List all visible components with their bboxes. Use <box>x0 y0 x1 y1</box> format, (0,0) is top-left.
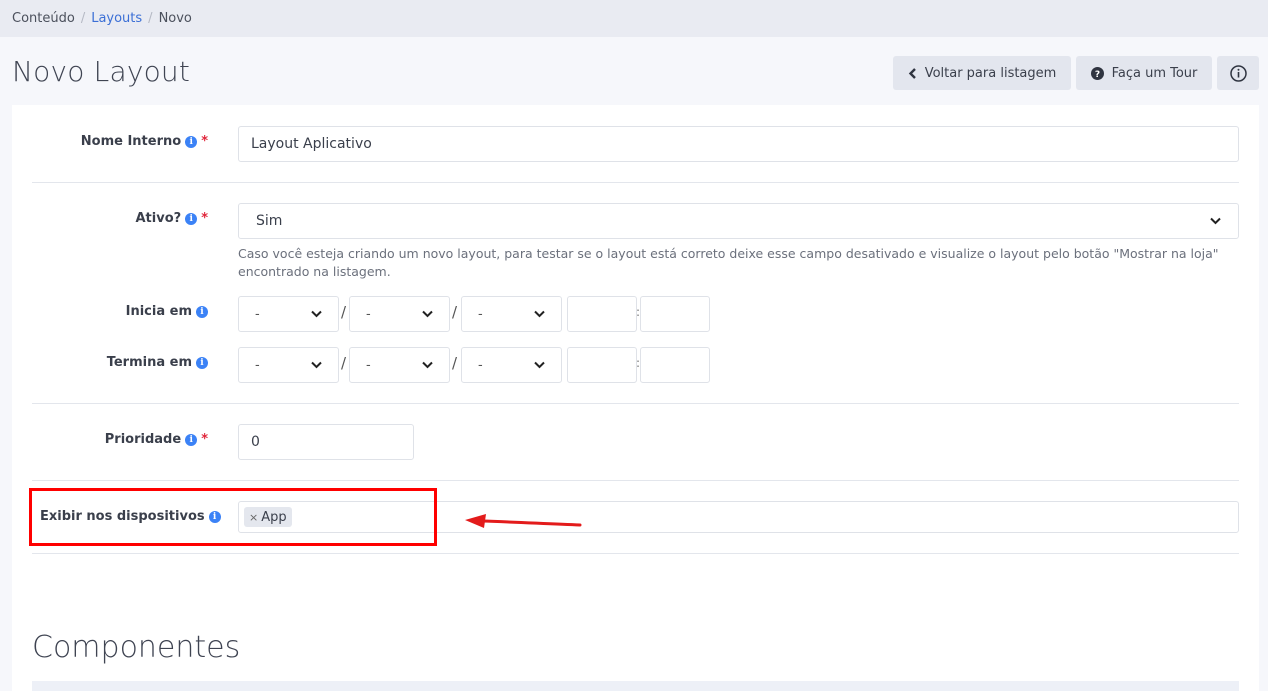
chevron-down-icon <box>422 361 433 369</box>
breadcrumb-separator: / <box>80 11 86 26</box>
tour-label: Faça um Tour <box>1111 65 1198 81</box>
chevron-down-icon <box>422 310 433 318</box>
divider <box>32 480 1239 481</box>
ativo-hint: Caso você esteja criando um novo layout,… <box>238 246 1219 279</box>
back-to-list-button[interactable]: Voltar para listagem <box>893 56 1071 90</box>
divider <box>32 182 1239 183</box>
inicia-em-label-text: Inicia em <box>125 304 192 319</box>
breadcrumb: Conteúdo / Layouts / Novo <box>0 0 1268 37</box>
info-icon[interactable]: i <box>185 212 198 225</box>
componentes-panel-top <box>32 681 1239 691</box>
date-separator: / <box>452 303 458 321</box>
info-icon[interactable]: i <box>196 305 208 318</box>
chevron-down-icon <box>311 361 322 369</box>
termina-em-month-value: - <box>366 357 371 373</box>
date-separator: / <box>452 354 458 372</box>
chevron-down-icon <box>534 310 545 318</box>
prioridade-label-text: Prioridade <box>104 432 182 447</box>
back-to-list-label: Voltar para listagem <box>924 65 1057 81</box>
info-circle-icon <box>1229 64 1247 82</box>
required-marker: * <box>201 134 208 149</box>
chevron-down-icon <box>534 361 545 369</box>
inicia-em-year-select[interactable]: - <box>461 296 562 332</box>
required-marker: * <box>201 432 208 447</box>
breadcrumb-item-novo: Novo <box>158 11 192 26</box>
inicia-em-month-value: - <box>366 306 371 322</box>
svg-text:?: ? <box>1094 70 1099 80</box>
prioridade-input[interactable]: 0 <box>238 424 414 460</box>
tour-button[interactable]: ? Faça um Tour <box>1076 56 1212 90</box>
termina-em-year-value: - <box>478 357 483 373</box>
inicia-em-month-select[interactable]: - <box>349 296 450 332</box>
divider <box>32 553 1239 554</box>
termina-em-hour-input[interactable] <box>567 347 637 383</box>
componentes-title: Componentes <box>32 630 241 665</box>
prioridade-label: Prioridade i * <box>32 432 208 447</box>
nome-interno-label: Nome Interno i * <box>32 134 208 149</box>
inicia-em-hour-input[interactable] <box>567 296 637 332</box>
chevron-down-icon <box>1210 217 1221 225</box>
info-button[interactable] <box>1217 56 1259 90</box>
divider <box>32 403 1239 404</box>
nome-interno-input[interactable]: Layout Aplicativo <box>238 126 1239 162</box>
annotation-arrow-icon <box>465 514 582 528</box>
date-separator: / <box>341 354 347 372</box>
breadcrumb-item-conteudo[interactable]: Conteúdo <box>12 11 75 26</box>
termina-em-label: Termina em i <box>32 355 208 370</box>
inicia-em-year-value: - <box>478 306 483 322</box>
termina-em-day-select[interactable]: - <box>238 347 339 383</box>
inicia-em-label: Inicia em i <box>32 304 208 319</box>
form-card <box>12 105 1259 691</box>
date-separator: / <box>341 303 347 321</box>
inicia-em-day-value: - <box>255 306 260 322</box>
ativo-label: Ativo? i * <box>32 211 209 226</box>
chevron-left-icon <box>908 67 917 79</box>
page-title: Novo Layout <box>12 55 191 88</box>
termina-em-month-select[interactable]: - <box>349 347 450 383</box>
breadcrumb-item-layouts[interactable]: Layouts <box>91 11 142 26</box>
info-icon[interactable]: i <box>185 433 198 446</box>
breadcrumb-separator: / <box>148 11 153 26</box>
chevron-down-icon <box>311 310 322 318</box>
inicia-em-day-select[interactable]: - <box>238 296 339 332</box>
inicia-em-minute-input[interactable] <box>640 296 710 332</box>
question-circle-icon: ? <box>1090 66 1104 80</box>
termina-em-day-value: - <box>255 357 260 373</box>
prioridade-value: 0 <box>251 434 260 450</box>
required-marker: * <box>201 211 208 226</box>
info-icon[interactable]: i <box>196 356 208 369</box>
nome-interno-label-text: Nome Interno <box>80 134 182 149</box>
termina-em-minute-input[interactable] <box>640 347 710 383</box>
termina-em-label-text: Termina em <box>106 355 192 370</box>
highlight-box <box>29 488 437 546</box>
ativo-label-text: Ativo? <box>135 211 182 226</box>
nome-interno-value: Layout Aplicativo <box>251 136 372 152</box>
info-icon[interactable]: i <box>185 135 198 148</box>
ativo-value: Sim <box>256 213 283 229</box>
ativo-select[interactable]: Sim <box>238 203 1239 239</box>
termina-em-year-select[interactable]: - <box>461 347 562 383</box>
